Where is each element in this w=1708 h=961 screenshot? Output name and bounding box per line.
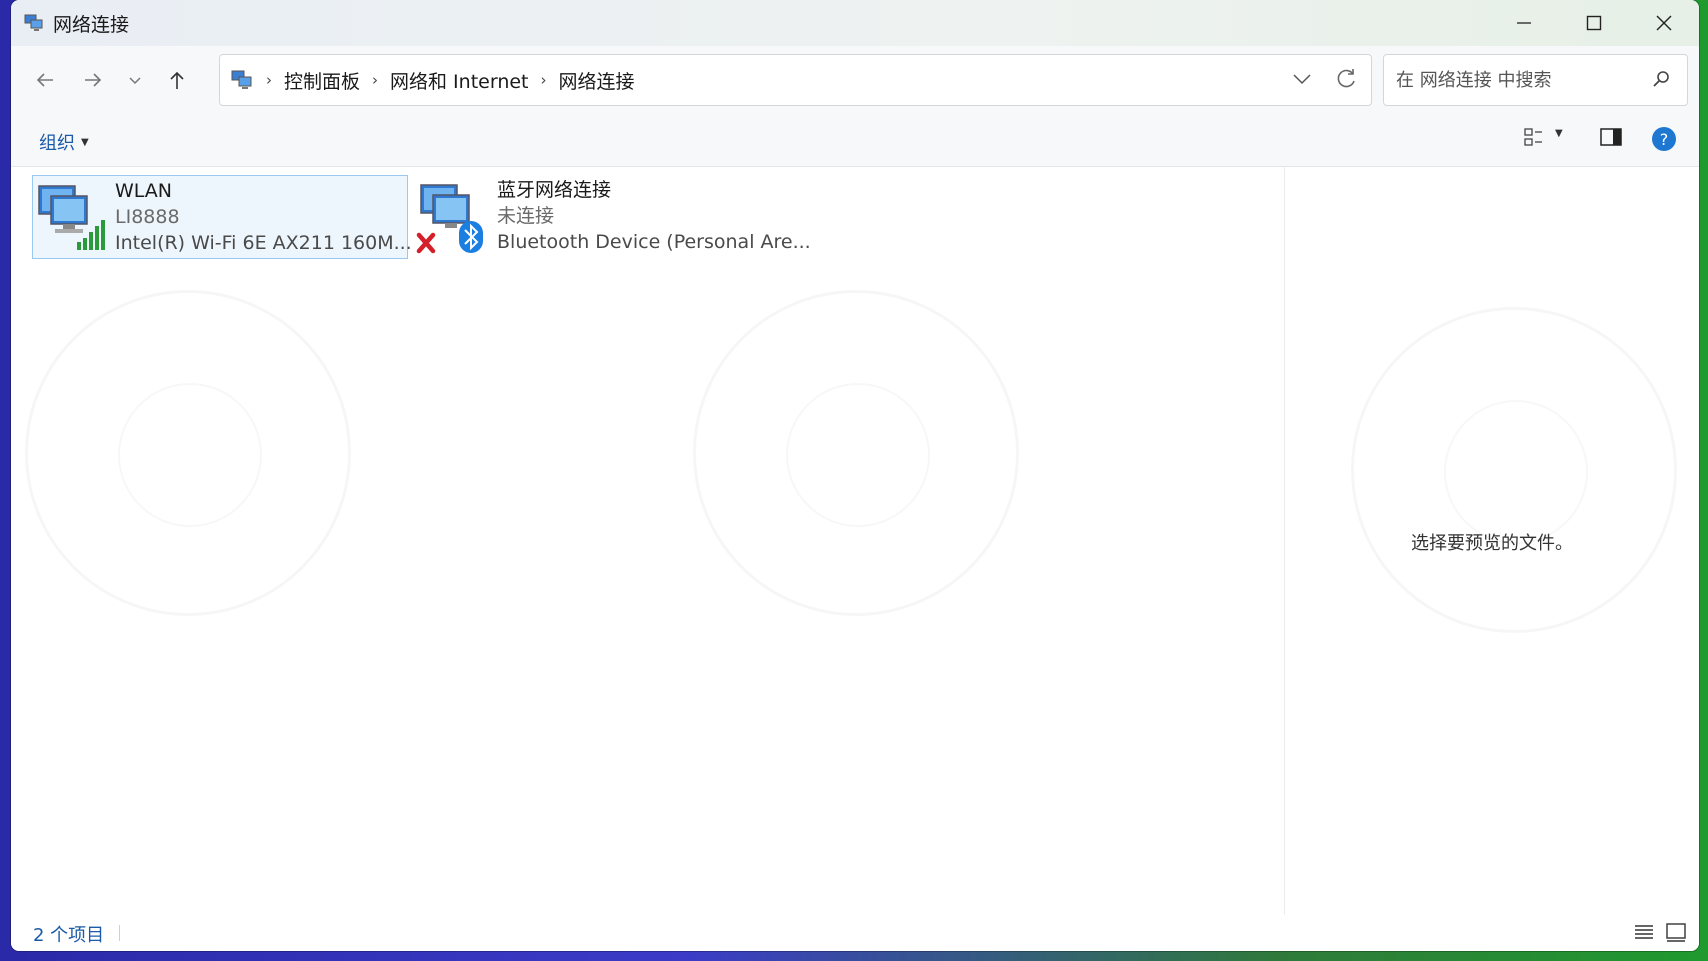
up-button[interactable] — [157, 60, 197, 100]
item-name: WLAN — [115, 180, 173, 202]
back-button[interactable] — [25, 60, 65, 100]
breadcrumb-separator-icon: › — [372, 71, 379, 89]
network-connections-icon — [24, 14, 43, 31]
item-status: LI8888 — [115, 206, 180, 228]
close-icon — [1656, 15, 1672, 31]
organize-button[interactable]: 组织 ▼ — [39, 129, 89, 155]
minimize-button[interactable] — [1489, 0, 1559, 46]
caret-down-icon: ▼ — [81, 136, 89, 148]
list-item-wlan[interactable]: WLAN LI8888 Intel(R) Wi-Fi 6E AX211 160M… — [32, 175, 412, 259]
recent-locations-button[interactable] — [115, 60, 155, 100]
item-count: 2 个项目 — [33, 925, 105, 946]
chevron-down-icon — [129, 77, 141, 85]
search-box[interactable] — [1383, 54, 1688, 106]
organize-label: 组织 — [39, 133, 75, 154]
navigation-bar: › 控制面板 › 网络和 Internet › 网络连接 — [11, 46, 1699, 116]
refresh-icon — [1337, 69, 1355, 88]
status-divider — [119, 925, 120, 941]
svg-text:?: ? — [1660, 130, 1669, 149]
breadcrumb-control-panel[interactable]: 控制面板 — [284, 67, 360, 94]
item-device: Bluetooth Device (Personal Are... — [497, 231, 811, 253]
watermark-stamp — [693, 290, 1019, 616]
address-history-button[interactable] — [1291, 68, 1313, 95]
command-bar: 组织 ▼ ▼ ? — [11, 116, 1699, 167]
chevron-down-icon — [1293, 74, 1311, 85]
item-name: 蓝牙网络连接 — [497, 179, 612, 201]
address-bar[interactable]: › 控制面板 › 网络和 Internet › 网络连接 — [219, 54, 1372, 106]
watermark-stamp — [1351, 307, 1677, 633]
watermark-stamp — [25, 290, 351, 616]
item-status: 未连接 — [497, 205, 555, 227]
preview-pane-button[interactable] — [1599, 126, 1623, 148]
details-view-icon — [1635, 925, 1653, 939]
details-view-button[interactable] — [1633, 921, 1655, 947]
window-title: 网络连接 — [53, 13, 130, 36]
breadcrumb-separator-icon: › — [266, 71, 272, 89]
arrow-up-icon — [170, 71, 184, 89]
preview-pane: 选择要预览的文件。 — [1284, 167, 1699, 915]
arrow-left-icon — [36, 73, 53, 87]
arrow-right-icon — [85, 73, 102, 87]
view-options-dropdown[interactable]: ▼ — [1555, 128, 1563, 139]
bluetooth-adapter-icon — [415, 175, 489, 257]
preview-pane-icon — [1600, 128, 1622, 146]
forward-button[interactable] — [73, 60, 113, 100]
view-options-icon — [1524, 128, 1542, 146]
search-icon — [1653, 71, 1669, 87]
title-bar: 网络连接 — [11, 0, 1699, 46]
list-item-bluetooth[interactable]: 蓝牙网络连接 未连接 Bluetooth Device (Personal Ar… — [415, 175, 815, 257]
status-bar: 2 个项目 — [11, 915, 1699, 951]
wlan-adapter-icon — [33, 176, 107, 258]
network-connections-icon — [231, 70, 252, 89]
breadcrumb-network-connections[interactable]: 网络连接 — [559, 67, 635, 94]
breadcrumb-network-internet[interactable]: 网络和 Internet — [390, 67, 528, 94]
breadcrumb-separator-icon: › — [540, 71, 547, 89]
item-device: Intel(R) Wi-Fi 6E AX211 160M... — [115, 232, 412, 254]
refresh-button[interactable] — [1333, 66, 1359, 97]
explorer-window: 网络连接 › 控制面板 › 网络和 Internet › 网络连接 在 网络连接… — [11, 0, 1699, 951]
large-icons-view-button[interactable] — [1665, 921, 1687, 947]
help-button[interactable]: ? — [1651, 126, 1677, 152]
file-list-pane[interactable]: WLAN LI8888 Intel(R) Wi-Fi 6E AX211 160M… — [11, 167, 1283, 915]
help-icon: ? — [1652, 127, 1676, 151]
preview-message: 选择要预览的文件。 — [1411, 533, 1573, 554]
maximize-button[interactable] — [1559, 0, 1629, 46]
close-button[interactable] — [1629, 0, 1699, 46]
minimize-icon — [1517, 22, 1531, 24]
search-input[interactable] — [1394, 55, 1638, 105]
maximize-icon — [1586, 15, 1602, 31]
caret-down-icon: ▼ — [1555, 128, 1563, 139]
change-view-button[interactable] — [1523, 126, 1545, 148]
large-icons-view-icon — [1666, 923, 1686, 942]
